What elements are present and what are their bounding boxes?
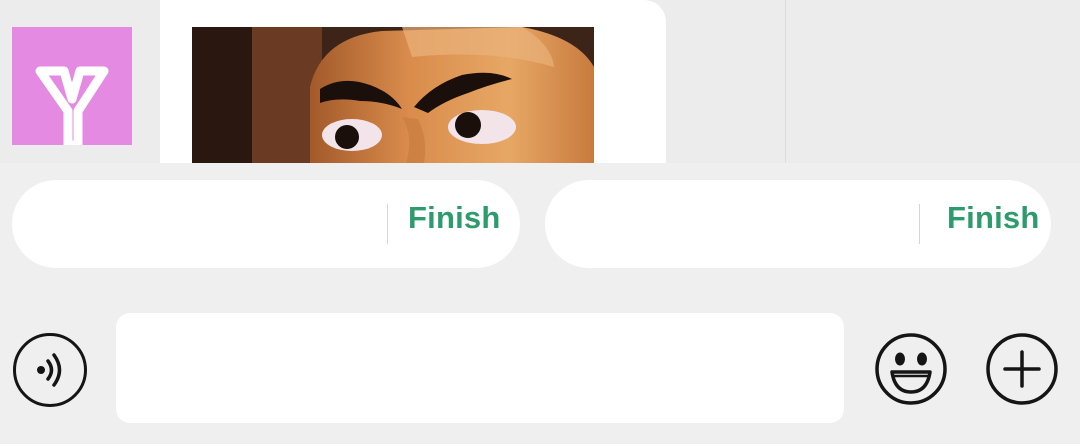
angry-eyes-sticker-icon xyxy=(192,27,594,163)
voice-icon xyxy=(37,353,62,387)
pill-divider xyxy=(387,204,388,244)
voice-input-button[interactable] xyxy=(13,333,87,407)
emoji-button[interactable] xyxy=(874,332,948,406)
chat-screen: Finish Finish xyxy=(0,0,1080,444)
message-input[interactable] xyxy=(116,313,844,423)
more-options-button[interactable] xyxy=(985,332,1059,406)
divider xyxy=(785,0,786,163)
finish-button-1[interactable]: Finish xyxy=(408,200,500,236)
chat-history[interactable] xyxy=(0,0,1080,163)
quick-reply-pill-1[interactable]: Finish xyxy=(12,180,520,268)
quick-reply-pill-2[interactable]: Finish xyxy=(545,180,1051,268)
emoji-icon xyxy=(875,333,947,405)
message-bubble[interactable] xyxy=(160,0,666,163)
avatar-glyph-icon xyxy=(35,66,109,145)
sticker-image[interactable] xyxy=(192,27,594,163)
contact-avatar[interactable] xyxy=(12,27,132,145)
finish-button-2[interactable]: Finish xyxy=(947,200,1039,236)
pill-divider xyxy=(919,204,920,244)
plus-icon xyxy=(986,333,1058,405)
